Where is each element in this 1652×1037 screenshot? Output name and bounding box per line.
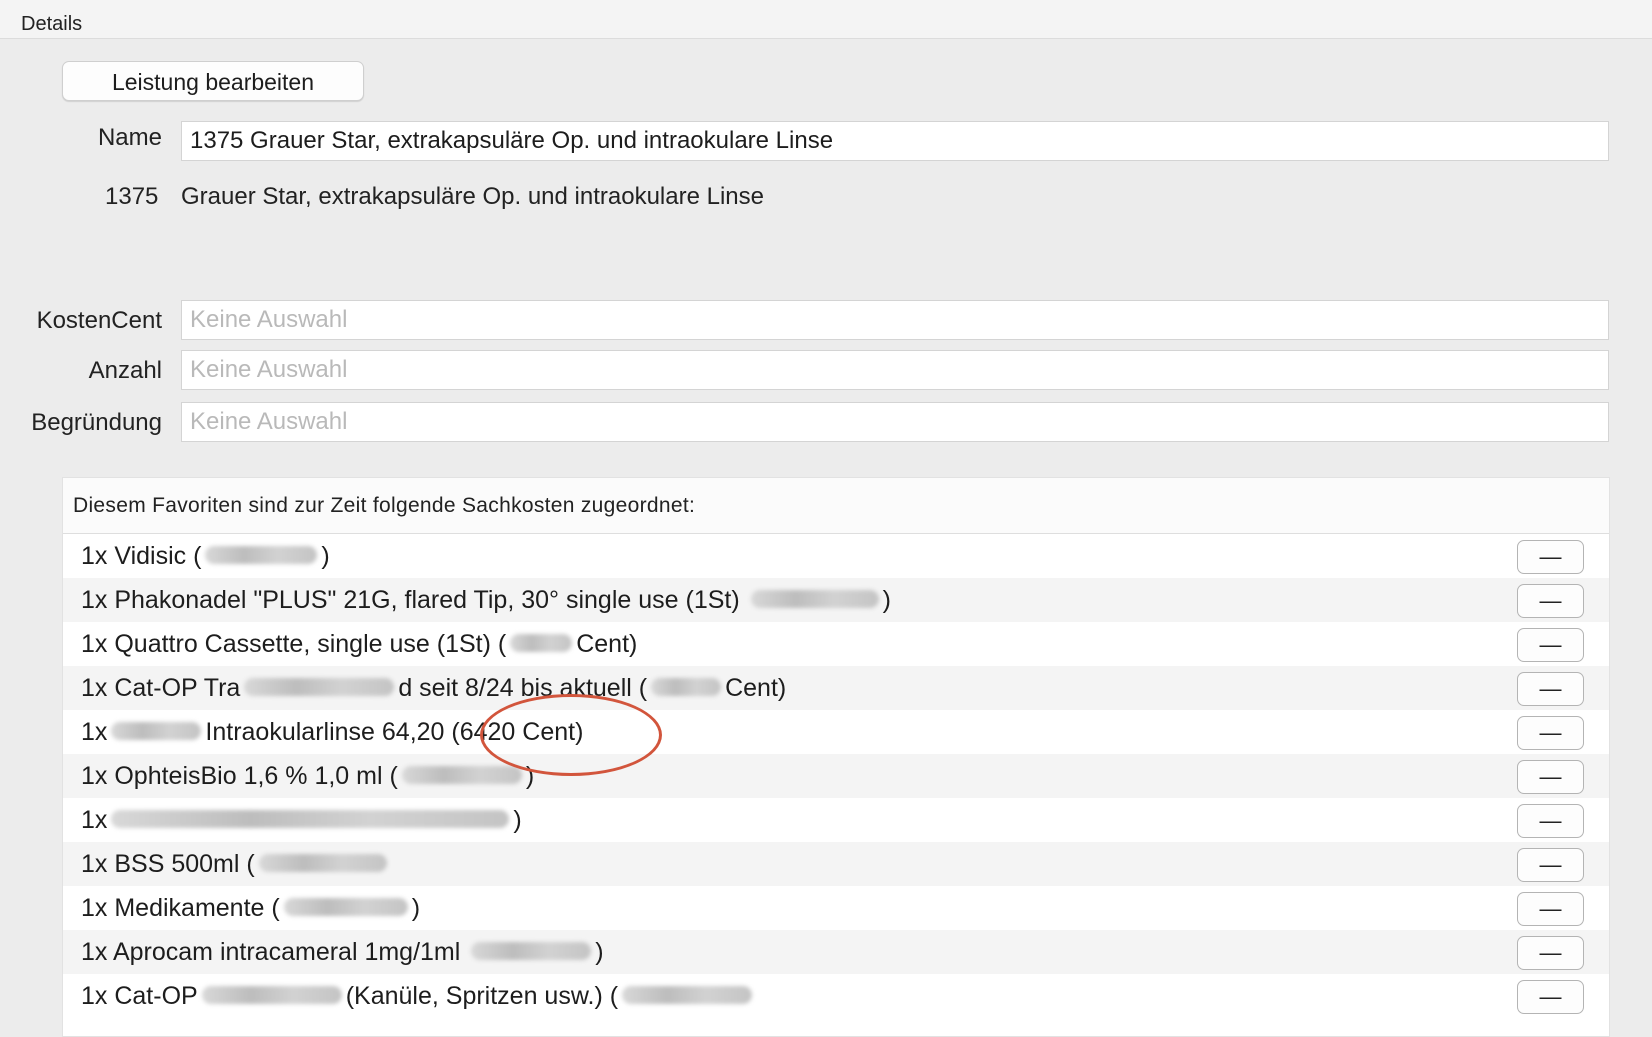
item-prefix: 1x Cat-OP <box>81 982 198 1010</box>
list-item: 1x Cat-OP (Kanüle, Spritzen usw.) ( — <box>63 974 1609 1018</box>
redacted-block <box>283 898 408 917</box>
item-text: 1x Intraokularlinse 64,20 (6420 Cent) <box>81 710 583 754</box>
item-text: 1x Cat-OP (Kanüle, Spritzen usw.) ( <box>81 974 756 1018</box>
item-suffix: ) <box>513 806 522 834</box>
edit-service-button[interactable]: Leistung bearbeiten <box>62 61 364 101</box>
remove-item-button[interactable]: — <box>1517 848 1584 882</box>
item-suffix: ) <box>595 938 604 966</box>
list-item: 1x Cat-OP Tra d seit 8/24 bis aktuell ( Ce… <box>63 666 1609 710</box>
item-mid: ( <box>193 542 202 570</box>
item-prefix: 1x Quattro Cassette, single use (1St) <box>81 630 491 658</box>
item-suffix: ) <box>525 762 535 790</box>
remove-item-button[interactable]: — <box>1517 628 1584 662</box>
begruendung-field[interactable] <box>181 402 1609 442</box>
item-prefix: 1x Vidisic <box>81 542 187 570</box>
item-mid: d seit 8/24 bis aktuell ( <box>398 674 648 702</box>
name-label: Name <box>97 124 162 151</box>
remove-item-button[interactable]: — <box>1517 980 1584 1014</box>
redacted-block <box>622 986 753 1005</box>
kostencent-field[interactable] <box>181 300 1609 340</box>
list-item: 1x Aprocam intracameral 1mg/1ml ) — <box>63 930 1609 974</box>
remove-item-button[interactable]: — <box>1517 716 1584 750</box>
list-item: 1x BSS 500ml ( — <box>63 842 1609 886</box>
item-text: 1x Medikamente () <box>81 886 420 930</box>
item-prefix: 1x Phakonadel "PLUS" 21G, flared Tip, 30… <box>81 586 740 614</box>
item-text: 1x Vidisic () <box>81 534 330 578</box>
list-item: 1x Quattro Cassette, single use (1St) ( C… <box>63 622 1609 666</box>
begruendung-label: Begründung <box>31 409 162 436</box>
item-text: 1x BSS 500ml ( <box>81 842 391 886</box>
details-header: Details <box>0 0 1652 39</box>
header-title: Details <box>21 13 83 35</box>
material-costs-panel: Diesem Favoriten sind zur Zeit folgende … <box>62 477 1610 1037</box>
item-mid: ( <box>246 850 255 878</box>
redacted-block <box>471 942 592 961</box>
remove-item-button[interactable]: — <box>1517 804 1584 838</box>
list-item: 1x Phakonadel "PLUS" 21G, flared Tip, 30… <box>63 578 1609 622</box>
list-item: 1x) — <box>63 798 1609 842</box>
redacted-block <box>258 854 387 873</box>
item-mid: ( <box>271 894 280 922</box>
name-field[interactable] <box>181 121 1609 161</box>
redacted-block <box>750 590 879 609</box>
redacted-block <box>510 634 573 653</box>
list-item: 1x OphteisBio 1,6 % 1,0 ml () — <box>63 754 1609 798</box>
item-mid: (Kanüle, Spritzen usw.) ( <box>345 982 619 1010</box>
anzahl-field[interactable] <box>181 350 1609 390</box>
item-suffix: ) <box>411 894 421 922</box>
material-costs-list: 1x Vidisic () — 1x Phakonadel "PLUS" 21G… <box>63 534 1609 1018</box>
panel-title: Diesem Favoriten sind zur Zeit folgende … <box>63 478 1609 534</box>
service-code: 1375 <box>105 183 159 210</box>
item-prefix: 1x OphteisBio 1,6 % 1,0 ml <box>81 762 383 790</box>
item-prefix: 1x Medikamente <box>81 894 265 922</box>
remove-item-button[interactable]: — <box>1517 584 1584 618</box>
item-text: 1x OphteisBio 1,6 % 1,0 ml () <box>81 754 534 798</box>
anzahl-label: Anzahl <box>88 357 162 384</box>
remove-item-button[interactable]: — <box>1517 892 1584 926</box>
remove-item-button[interactable]: — <box>1517 672 1584 706</box>
item-text: 1x Cat-OP Tra d seit 8/24 bis aktuell ( Ce… <box>81 666 786 710</box>
service-description: Grauer Star, extrakapsuläre Op. und intr… <box>181 183 764 210</box>
list-item: 1x Intraokularlinse 64,20 (6420 Cent) — <box>63 710 1609 754</box>
item-suffix: Cent) <box>725 674 787 702</box>
remove-item-button[interactable]: — <box>1517 540 1584 574</box>
redacted-block <box>651 678 722 697</box>
item-prefix: 1x Cat-OP Tra <box>81 674 241 702</box>
item-prefix: 1x Aprocam intracameral 1mg/1ml <box>81 938 461 966</box>
remove-item-button[interactable]: — <box>1517 936 1584 970</box>
item-mid: ( <box>389 762 398 790</box>
item-prefix: 1x <box>81 806 108 834</box>
item-prefix: 1x <box>81 718 108 746</box>
item-text: 1x) <box>81 798 522 842</box>
redacted-block <box>111 810 510 829</box>
redacted-block <box>201 986 342 1005</box>
redacted-block <box>111 722 202 741</box>
item-prefix: 1x BSS 500ml <box>81 850 240 878</box>
list-item: 1x Medikamente () — <box>63 886 1609 930</box>
item-text: 1x Quattro Cassette, single use (1St) ( C… <box>81 622 637 666</box>
redacted-block <box>244 678 395 697</box>
item-text: 1x Phakonadel "PLUS" 21G, flared Tip, 30… <box>81 578 891 622</box>
item-suffix: (6420 Cent) <box>451 718 584 746</box>
item-suffix: ) <box>882 586 891 614</box>
kostencent-label: KostenCent <box>36 307 162 334</box>
list-item: 1x Vidisic () — <box>63 534 1609 578</box>
redacted-block <box>401 766 522 785</box>
redacted-block <box>205 546 318 565</box>
item-mid: Intraokularlinse 64,20 <box>205 718 452 746</box>
item-text: 1x Aprocam intracameral 1mg/1ml ) <box>81 930 604 974</box>
item-suffix: ) <box>321 542 330 570</box>
item-mid: ( <box>497 630 507 658</box>
item-suffix: Cent) <box>576 630 638 658</box>
remove-item-button[interactable]: — <box>1517 760 1584 794</box>
